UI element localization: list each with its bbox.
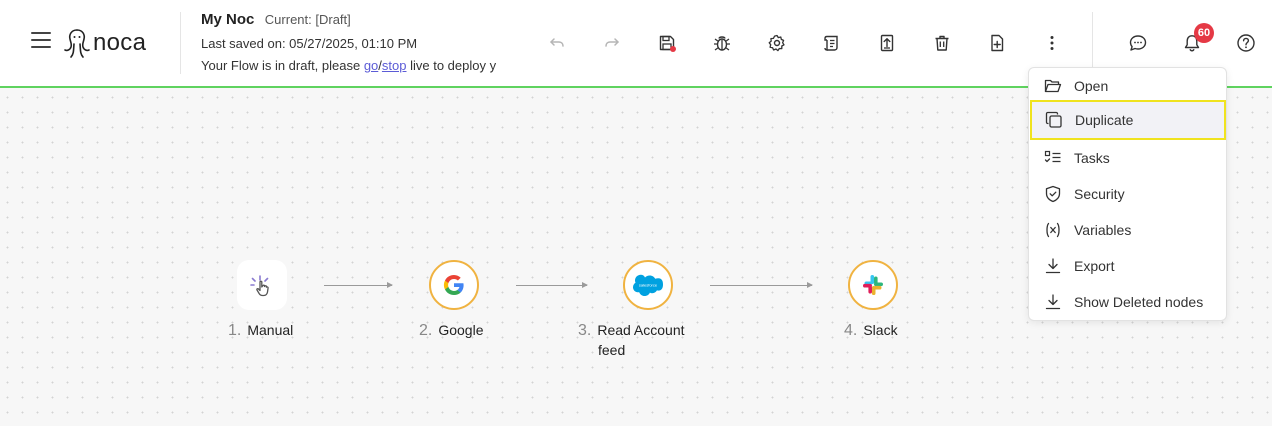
save-button[interactable] bbox=[655, 31, 679, 55]
duplicate-icon bbox=[1045, 111, 1063, 129]
chat-icon bbox=[1129, 35, 1147, 51]
menu-item-export[interactable]: Export bbox=[1029, 248, 1226, 284]
menu-item-label: Open bbox=[1074, 78, 1109, 94]
menu-item-show-deleted-nodes[interactable]: Show Deleted nodes bbox=[1029, 284, 1226, 320]
debug-icon bbox=[714, 36, 730, 51]
folder-open-icon bbox=[1044, 77, 1062, 95]
go-live-link[interactable]: go bbox=[364, 58, 378, 73]
node-number: 1. bbox=[228, 322, 242, 339]
undo-icon bbox=[550, 38, 564, 47]
tasks-icon bbox=[1044, 149, 1062, 167]
node-slack[interactable] bbox=[848, 260, 898, 310]
menu-item-duplicate[interactable]: Duplicate bbox=[1030, 100, 1226, 140]
new-file-button[interactable] bbox=[985, 31, 1009, 55]
upload-button[interactable] bbox=[875, 31, 899, 55]
download-icon bbox=[1044, 293, 1062, 311]
logs-button[interactable] bbox=[820, 31, 844, 55]
menu-item-variables[interactable]: Variables bbox=[1029, 212, 1226, 248]
notification-badge: 60 bbox=[1194, 23, 1214, 43]
menu-item-security[interactable]: Security bbox=[1029, 176, 1226, 212]
node-title: Read Account bbox=[597, 322, 685, 338]
variables-icon bbox=[1044, 221, 1062, 239]
more-icon bbox=[1050, 36, 1054, 50]
node-number: 2. bbox=[419, 322, 433, 339]
menu-item-label: Variables bbox=[1074, 222, 1132, 238]
redo-icon bbox=[605, 38, 619, 47]
help-button[interactable] bbox=[1234, 31, 1258, 55]
node-title: Manual bbox=[247, 322, 294, 338]
manual-trigger-icon bbox=[250, 275, 269, 297]
settings-icon bbox=[768, 34, 785, 52]
svg-text:salesforce: salesforce bbox=[639, 283, 658, 288]
header-divider bbox=[180, 12, 181, 74]
connector-1-2 bbox=[324, 282, 393, 288]
delete-icon bbox=[935, 35, 949, 51]
save-icon bbox=[659, 35, 676, 52]
menu-item-label: Security bbox=[1074, 186, 1125, 202]
flow-name[interactable]: My Noc bbox=[201, 11, 254, 28]
slack-icon bbox=[863, 275, 883, 295]
menu-item-label: Show Deleted nodes bbox=[1074, 294, 1204, 310]
node-manual[interactable] bbox=[237, 260, 287, 310]
debug-button[interactable] bbox=[710, 31, 734, 55]
upload-icon bbox=[880, 34, 894, 52]
node-label-salesforce-line2: feed bbox=[598, 342, 626, 358]
menu-hamburger-icon[interactable] bbox=[31, 32, 51, 50]
chat-button[interactable] bbox=[1126, 31, 1150, 55]
draft-suffix: live to deploy y bbox=[406, 58, 497, 73]
node-salesforce[interactable]: salesforce bbox=[623, 260, 673, 310]
menu-item-label: Tasks bbox=[1074, 150, 1110, 166]
delete-button[interactable] bbox=[930, 31, 954, 55]
octopus-logo-icon bbox=[64, 29, 90, 58]
draft-prefix: Your Flow is in draft, please bbox=[201, 58, 364, 73]
new-file-icon bbox=[991, 34, 1004, 52]
connector-2-3 bbox=[516, 282, 588, 288]
undo-button[interactable] bbox=[545, 31, 569, 55]
node-google[interactable] bbox=[429, 260, 479, 310]
node-label-manual: 1. Manual bbox=[228, 320, 293, 341]
flow-state: Current: [Draft] bbox=[264, 12, 351, 27]
more-options-button[interactable] bbox=[1040, 31, 1064, 55]
stop-link[interactable]: stop bbox=[382, 58, 407, 73]
menu-item-label: Export bbox=[1074, 258, 1115, 274]
connector-3-4 bbox=[710, 282, 813, 288]
settings-button[interactable] bbox=[765, 31, 789, 55]
menu-item-label: Duplicate bbox=[1075, 112, 1134, 128]
menu-item-open[interactable]: Open bbox=[1029, 68, 1226, 104]
toolbar-divider bbox=[1092, 12, 1093, 74]
shield-icon bbox=[1044, 185, 1062, 203]
node-label-salesforce: 3. Read Account bbox=[578, 320, 685, 341]
google-icon bbox=[443, 275, 464, 295]
node-title: Google bbox=[438, 322, 484, 338]
salesforce-icon: salesforce bbox=[633, 274, 663, 296]
more-options-menu: Open Duplicate Tasks Security Variables … bbox=[1028, 67, 1227, 321]
help-icon bbox=[1237, 34, 1255, 52]
logs-icon bbox=[824, 35, 838, 51]
last-saved: Last saved on: 05/27/2025, 01:10 PM bbox=[201, 36, 418, 51]
node-title: Slack bbox=[863, 322, 898, 338]
node-number: 4. bbox=[844, 322, 858, 339]
node-number: 3. bbox=[578, 322, 592, 339]
draft-message: Your Flow is in draft, please go/stop li… bbox=[201, 58, 515, 73]
flow-info: My Noc Current: [Draft] Last saved on: 0… bbox=[201, 11, 515, 73]
logo-text: noca bbox=[93, 29, 147, 56]
logo[interactable]: noca bbox=[62, 26, 146, 60]
export-icon bbox=[1044, 257, 1062, 275]
node-label-google: 2. Google bbox=[419, 320, 484, 341]
node-label-slack: 4. Slack bbox=[844, 320, 898, 341]
menu-item-tasks[interactable]: Tasks bbox=[1029, 140, 1226, 176]
redo-button[interactable] bbox=[600, 31, 624, 55]
